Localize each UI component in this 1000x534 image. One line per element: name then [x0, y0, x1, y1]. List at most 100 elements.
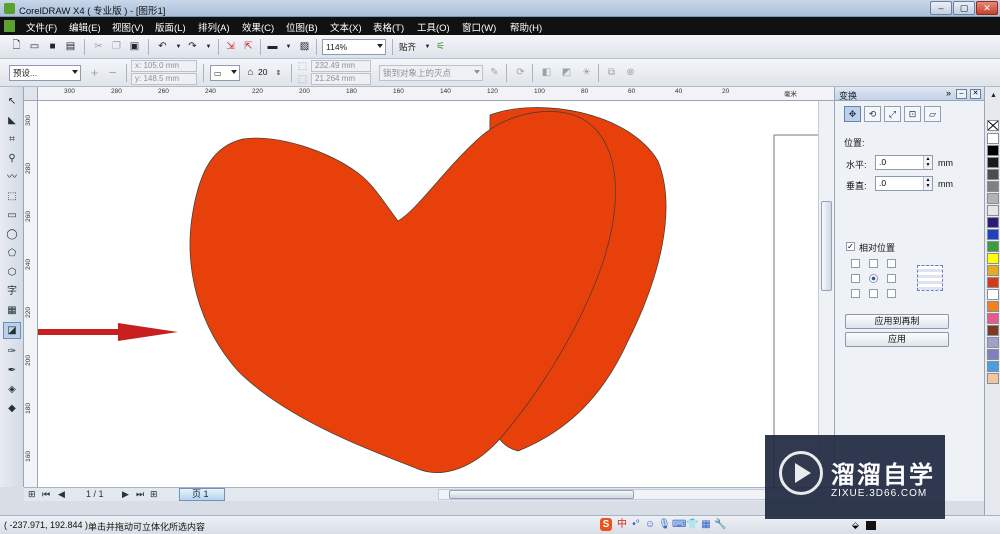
color-swatch[interactable]	[987, 373, 999, 384]
palette-scroll-up-icon[interactable]: ▲	[987, 89, 1000, 102]
spinner-icon[interactable]: ▲ ▼	[923, 156, 932, 169]
anchor-middle-right[interactable]	[887, 274, 896, 283]
anchor-center[interactable]	[869, 274, 878, 283]
color-swatch[interactable]	[987, 157, 999, 168]
anchor-top-right[interactable]	[887, 259, 896, 268]
color-swatch[interactable]	[987, 361, 999, 372]
emoji-icon[interactable]: ☺	[644, 518, 656, 531]
options-icon[interactable]: ⚟	[434, 40, 447, 53]
ruler-origin[interactable]	[24, 87, 38, 101]
color-swatch[interactable]	[987, 145, 999, 156]
zoom-level-select[interactable]: 114%	[322, 39, 386, 55]
color-swatch[interactable]	[987, 133, 999, 144]
anchor-top-left[interactable]	[851, 259, 860, 268]
pick-tool-icon[interactable]: ↖	[5, 95, 19, 109]
remove-preset-icon[interactable]: −	[106, 65, 119, 80]
anchor-top-center[interactable]	[869, 259, 878, 268]
chinese-mode-icon[interactable]: 中	[616, 518, 628, 531]
menu-table[interactable]: 表格(T)	[373, 20, 404, 34]
redo-icon[interactable]: ↷	[186, 40, 199, 53]
undo-dropdown-icon[interactable]: ▼	[172, 40, 185, 53]
no-color-swatch[interactable]	[987, 120, 999, 131]
menu-text[interactable]: 文本(X)	[330, 20, 362, 34]
scale-tab-icon[interactable]: ⤢	[884, 106, 901, 122]
text-tool-icon[interactable]: 字	[5, 285, 19, 299]
interactive-fill-tool-icon[interactable]: ◆	[5, 402, 19, 416]
sogou-logo-icon[interactable]: S	[600, 518, 612, 531]
menu-bitmaps[interactable]: 位图(B)	[286, 20, 318, 34]
color-swatch[interactable]	[987, 181, 999, 192]
horizontal-position-input[interactable]: .0 ▲ ▼	[875, 155, 933, 170]
menu-arrange[interactable]: 排列(A)	[198, 20, 230, 34]
skin-icon[interactable]: 👕	[686, 518, 698, 531]
anchor-bottom-right[interactable]	[887, 289, 896, 298]
zoom-tool-icon[interactable]: ⚲	[5, 152, 19, 166]
color-swatch[interactable]	[987, 193, 999, 204]
object-x-field[interactable]: x: 105.0 mm	[131, 60, 197, 72]
color-swatch[interactable]	[987, 253, 999, 264]
docker-close-icon[interactable]: ✕	[970, 89, 981, 99]
keyboard-icon[interactable]: ⌨	[672, 518, 686, 531]
color-swatch[interactable]	[987, 205, 999, 216]
object-y-field[interactable]: y: 148.5 mm	[131, 73, 197, 85]
drawing-canvas[interactable]	[38, 101, 818, 487]
color-swatch[interactable]	[987, 217, 999, 228]
undo-icon[interactable]: ↶	[156, 40, 169, 53]
print-icon[interactable]: ▤	[64, 40, 77, 53]
color-swatch[interactable]	[987, 337, 999, 348]
document-icon[interactable]	[4, 20, 15, 32]
vanishing-point-y-field[interactable]: 21.264 mm	[311, 73, 371, 85]
extrude-lighting-icon[interactable]: ☀	[580, 66, 593, 79]
collapse-docker-icon[interactable]: »	[943, 89, 954, 99]
page-tab-1[interactable]: 页 1	[179, 488, 225, 501]
anchor-bottom-left[interactable]	[851, 289, 860, 298]
minimize-button[interactable]: –	[930, 1, 952, 15]
color-swatch[interactable]	[987, 301, 999, 312]
maximize-button[interactable]: ▢	[953, 1, 975, 15]
welcome-screen-icon[interactable]: ▨	[298, 40, 311, 53]
color-swatch[interactable]	[987, 325, 999, 336]
freehand-tool-icon[interactable]: 〰	[5, 171, 19, 185]
color-swatch[interactable]	[987, 313, 999, 324]
color-swatch[interactable]	[987, 169, 999, 180]
export-icon[interactable]: ⇱	[242, 40, 255, 53]
application-launcher-icon[interactable]: ▬	[266, 40, 279, 53]
extrude-color-icon[interactable]: ◧	[540, 66, 553, 79]
paste-icon[interactable]: ▣	[128, 40, 141, 53]
apply-to-duplicate-button[interactable]: 应用到再制	[845, 314, 949, 329]
apply-button[interactable]: 应用	[845, 332, 949, 347]
horizontal-ruler[interactable]: 300 280 260 240 220 200 180 160 140 120 …	[24, 87, 834, 101]
clear-extrude-icon[interactable]: ⊗	[624, 66, 637, 79]
rectangle-tool-icon[interactable]: ▭	[5, 209, 19, 223]
toolbox-icon[interactable]: ▦	[700, 518, 712, 531]
extrude-tool-icon[interactable]: ◪	[3, 322, 21, 339]
extrusion-type-select[interactable]: ▭	[210, 65, 240, 81]
crop-tool-icon[interactable]: ⌗	[5, 133, 19, 147]
cut-icon[interactable]: ✂	[92, 40, 105, 53]
horizontal-scrollbar[interactable]	[438, 489, 818, 500]
last-page-icon[interactable]: ⏭	[136, 489, 144, 500]
launcher-dropdown-icon[interactable]: ▼	[282, 40, 295, 53]
menu-help[interactable]: 帮助(H)	[510, 20, 542, 34]
basic-shapes-tool-icon[interactable]: ⬡	[5, 266, 19, 280]
vertical-scrollbar[interactable]	[818, 101, 834, 487]
vertical-ruler[interactable]: 300 280 260 240 220 200 180 160	[24, 101, 38, 487]
vertical-position-input[interactable]: .0 ▲ ▼	[875, 176, 933, 191]
open-icon[interactable]: ▭	[28, 40, 41, 53]
save-icon[interactable]: ■	[46, 40, 59, 53]
docker-minimize-icon[interactable]: –	[956, 89, 967, 99]
menu-edit[interactable]: 编辑(E)	[69, 20, 101, 34]
eyedropper-tool-icon[interactable]: ✑	[5, 345, 19, 359]
skew-tab-icon[interactable]: ▱	[924, 106, 941, 122]
color-swatch[interactable]	[987, 277, 999, 288]
color-swatch[interactable]	[987, 349, 999, 360]
redo-dropdown-icon[interactable]: ▼	[202, 40, 215, 53]
rotate-tab-icon[interactable]: ⟲	[864, 106, 881, 122]
punctuation-icon[interactable]: •°	[630, 518, 642, 531]
table-tool-icon[interactable]: ▦	[5, 304, 19, 318]
horizontal-scroll-thumb[interactable]	[449, 490, 634, 499]
extrude-bevel-icon[interactable]: ◩	[560, 66, 573, 79]
wrench-icon[interactable]: 🔧	[714, 518, 726, 531]
copy-extrude-icon[interactable]: ⧉	[605, 66, 618, 79]
polygon-tool-icon[interactable]: ⬠	[5, 247, 19, 261]
